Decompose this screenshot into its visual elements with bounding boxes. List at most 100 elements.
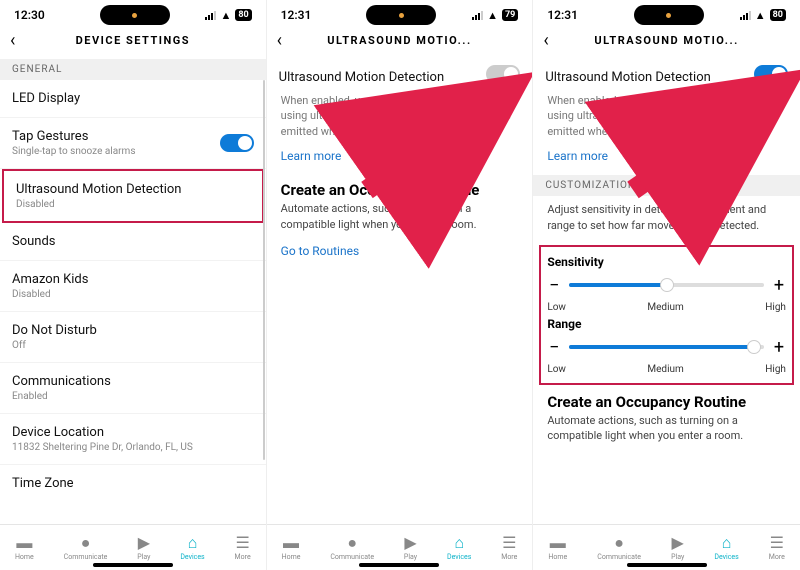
row-led-display[interactable]: LED Display — [0, 80, 266, 118]
status-bar: 12:31 ▲ 79 — [267, 0, 533, 24]
content: Ultrasound Motion Detection When enabled… — [533, 59, 800, 524]
customizations-box: Sensitivity − + LowMediumHigh Range − + … — [539, 245, 794, 385]
play-icon: ▶ — [404, 535, 416, 551]
section-general: GENERAL — [0, 59, 266, 80]
row-time-zone[interactable]: Time Zone — [0, 465, 266, 502]
tab-home[interactable]: ▬Home — [15, 535, 34, 561]
sensitivity-slider[interactable]: − + — [547, 275, 786, 296]
status-right: ▲ 80 — [205, 9, 251, 22]
devices-icon: ⌂ — [188, 535, 198, 551]
scroll-indicator — [263, 80, 265, 460]
minus-icon[interactable]: − — [547, 275, 561, 296]
tab-communicate[interactable]: ●Communicate — [64, 535, 108, 561]
range-legend: LowMediumHigh — [547, 364, 786, 375]
home-indicator[interactable] — [627, 563, 707, 567]
row-amazon-kids[interactable]: Amazon Kids Disabled — [0, 261, 266, 312]
status-right: ▲ 79 — [472, 9, 518, 22]
home-indicator[interactable] — [93, 563, 173, 567]
page-title: DEVICE SETTINGS — [14, 34, 252, 47]
plus-icon[interactable]: + — [772, 275, 786, 296]
tap-gestures-toggle[interactable] — [220, 134, 254, 152]
tab-play[interactable]: ▶Play — [137, 535, 150, 561]
chat-icon: ● — [81, 535, 91, 551]
go-to-routines-link[interactable]: Go to Routines — [267, 242, 533, 270]
umd-toggle-on[interactable] — [754, 65, 788, 83]
screen-ultrasound-on: 12:31 ▲ 80 ‹ ULTRASOUND MOTIO... Ultraso… — [533, 0, 800, 570]
battery-icon: 80 — [235, 9, 251, 21]
page-title: ULTRASOUND MOTIO... — [547, 34, 786, 47]
tab-devices[interactable]: ⌂Devices — [447, 535, 471, 561]
tab-communicate[interactable]: ●Communicate — [330, 535, 374, 561]
play-icon: ▶ — [672, 535, 684, 551]
header: ‹ ULTRASOUND MOTIO... — [533, 24, 800, 59]
tab-more[interactable]: ☰More — [501, 535, 517, 561]
tab-more[interactable]: ☰More — [769, 535, 785, 561]
back-button[interactable]: ‹ — [277, 30, 282, 51]
screen-ultrasound-off: 12:31 ▲ 79 ‹ ULTRASOUND MOTIO... Ultraso… — [267, 0, 534, 570]
settings-list[interactable]: GENERAL LED Display Tap Gestures Single-… — [0, 59, 266, 524]
minus-icon[interactable]: − — [547, 337, 561, 358]
home-icon: ▬ — [16, 535, 32, 551]
tab-more[interactable]: ☰More — [235, 535, 251, 561]
battery-icon: 79 — [502, 9, 518, 21]
tab-play[interactable]: ▶Play — [671, 535, 684, 561]
tab-devices[interactable]: ⌂Devices — [180, 535, 204, 561]
tab-home[interactable]: ▬Home — [548, 535, 567, 561]
signal-icon — [472, 11, 483, 20]
back-button[interactable]: ‹ — [10, 30, 15, 51]
learn-more-link[interactable]: Learn more — [533, 147, 800, 175]
devices-icon: ⌂ — [722, 535, 732, 551]
more-icon: ☰ — [502, 535, 516, 551]
battery-icon: 80 — [770, 9, 786, 21]
screen-device-settings: 12:30 ▲ 80 ‹ DEVICE SETTINGS GENERAL LED… — [0, 0, 267, 570]
tab-communicate[interactable]: ●Communicate — [597, 535, 641, 561]
tab-devices[interactable]: ⌂Devices — [714, 535, 738, 561]
sensitivity-track[interactable] — [569, 283, 764, 287]
row-tap-gestures[interactable]: Tap Gestures Single-tap to snooze alarms — [0, 118, 266, 169]
chat-icon: ● — [347, 535, 357, 551]
wifi-icon: ▲ — [220, 9, 231, 22]
row-do-not-disturb[interactable]: Do Not Disturb Off — [0, 312, 266, 363]
row-communications[interactable]: Communications Enabled — [0, 363, 266, 414]
wifi-icon: ▲ — [755, 9, 766, 22]
home-icon: ▬ — [283, 535, 299, 551]
umd-description: When enabled, your device will detect mo… — [533, 89, 800, 147]
row-sounds[interactable]: Sounds — [0, 223, 266, 261]
learn-more-link[interactable]: Learn more — [267, 147, 533, 175]
home-indicator[interactable] — [359, 563, 439, 567]
back-button[interactable]: ‹ — [543, 30, 548, 51]
notch — [100, 5, 170, 25]
tab-play[interactable]: ▶Play — [404, 535, 417, 561]
customizations-desc: Adjust sensitivity in detecting movement… — [533, 196, 800, 243]
more-icon: ☰ — [235, 535, 249, 551]
status-time: 12:30 — [14, 8, 64, 22]
sensitivity-legend: LowMediumHigh — [547, 302, 786, 313]
row-device-location[interactable]: Device Location 11832 Sheltering Pine Dr… — [0, 414, 266, 465]
notch — [366, 5, 436, 25]
play-icon: ▶ — [138, 535, 150, 551]
page-title: ULTRASOUND MOTIO... — [281, 34, 519, 47]
status-time: 12:31 — [281, 8, 331, 22]
tab-home[interactable]: ▬Home — [282, 535, 301, 561]
row-umd-toggle: Ultrasound Motion Detection — [267, 59, 533, 89]
create-routine-desc: Automate actions, such as turning on a c… — [267, 201, 533, 242]
row-ultrasound-motion[interactable]: Ultrasound Motion Detection Disabled — [2, 169, 264, 223]
status-bar: 12:30 ▲ 80 — [0, 0, 266, 24]
plus-icon[interactable]: + — [772, 337, 786, 358]
wifi-icon: ▲ — [487, 9, 498, 22]
signal-icon — [740, 11, 751, 20]
umd-toggle-off[interactable] — [486, 65, 520, 83]
umd-description: When enabled, your device will detect mo… — [267, 89, 533, 147]
status-bar: 12:31 ▲ 80 — [533, 0, 800, 24]
notch — [634, 5, 704, 25]
status-right: ▲ 80 — [740, 9, 786, 22]
section-customizations: CUSTOMIZATIONS — [533, 175, 800, 196]
content: Ultrasound Motion Detection When enabled… — [267, 59, 533, 524]
chat-icon: ● — [614, 535, 624, 551]
status-time: 12:31 — [547, 8, 597, 22]
range-track[interactable] — [569, 345, 764, 349]
home-icon: ▬ — [550, 535, 566, 551]
header: ‹ ULTRASOUND MOTIO... — [267, 24, 533, 59]
range-slider[interactable]: − + — [547, 337, 786, 358]
create-routine-desc: Automate actions, such as turning on a c… — [533, 413, 800, 454]
